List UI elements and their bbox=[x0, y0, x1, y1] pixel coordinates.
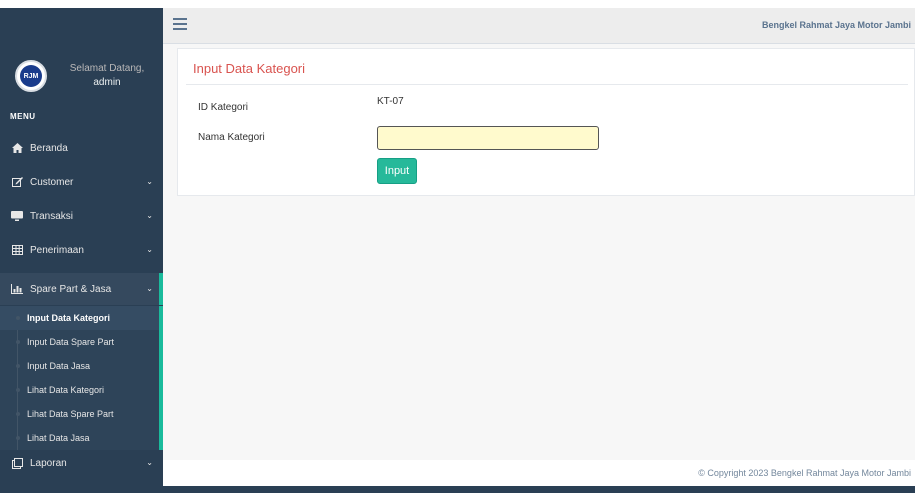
chevron-down-icon: ⌄ bbox=[146, 284, 153, 293]
footer: © Copyright 2023 Bengkel Rahmat Jaya Mot… bbox=[163, 460, 915, 486]
sidebar-item-label: Spare Part & Jasa bbox=[30, 283, 112, 295]
bullet-icon bbox=[16, 316, 20, 320]
bullet-icon bbox=[16, 340, 20, 344]
submenu-item-label: Input Data Jasa bbox=[27, 361, 91, 371]
chevron-down-icon: ⌄ bbox=[146, 245, 153, 254]
logo-icon: RJM bbox=[20, 65, 42, 87]
submenu-item-lihat-data-spare-part[interactable]: Lihat Data Spare Part bbox=[0, 402, 159, 426]
bottom-edge bbox=[163, 486, 915, 493]
id-kategori-label: ID Kategori bbox=[198, 102, 249, 113]
submenu-item-label: Input Data Spare Part bbox=[27, 337, 115, 347]
bar-chart-icon bbox=[10, 284, 24, 294]
bullet-icon bbox=[16, 364, 20, 368]
sidebar-item-spare-part-jasa[interactable]: Spare Part & Jasa ⌄ bbox=[0, 273, 163, 305]
sidebar-item-beranda[interactable]: Beranda bbox=[0, 135, 163, 161]
app-title: Bengkel Rahmat Jaya Motor Jambi bbox=[761, 20, 911, 30]
submenu-item-input-data-spare-part[interactable]: Input Data Spare Part bbox=[0, 330, 159, 354]
menu-toggle-icon[interactable] bbox=[173, 18, 187, 30]
table-icon bbox=[10, 245, 24, 255]
submenu-item-label: Input Data Kategori bbox=[27, 313, 111, 323]
top-navbar: Bengkel Rahmat Jaya Motor Jambi bbox=[163, 8, 915, 44]
edit-icon bbox=[10, 177, 24, 187]
menu-title: MENU bbox=[10, 112, 36, 121]
id-kategori-value: KT-07 bbox=[377, 96, 404, 107]
nama-kategori-label: Nama Kategori bbox=[198, 132, 265, 143]
chevron-down-icon: ⌄ bbox=[146, 177, 153, 186]
copyright-text: © Copyright 2023 Bengkel Rahmat Jaya Mot… bbox=[698, 468, 911, 478]
submenu-item-label: Lihat Data Kategori bbox=[27, 385, 105, 395]
sidebar-item-label: Customer bbox=[30, 176, 74, 188]
bullet-icon bbox=[16, 436, 20, 440]
username: admin bbox=[93, 77, 121, 88]
sidebar-item-laporan[interactable]: Laporan ⌄ bbox=[0, 450, 163, 476]
app-window: RJM Selamat Datang, admin MENU Beranda C… bbox=[0, 0, 915, 493]
form-panel: Input Data Kategori ID Kategori KT-07 Na… bbox=[177, 48, 915, 196]
clone-icon bbox=[10, 457, 24, 469]
welcome-text: Selamat Datang, bbox=[69, 63, 145, 74]
sidebar-item-label: Penerimaan bbox=[30, 244, 84, 256]
sidebar-item-label: Beranda bbox=[30, 142, 68, 154]
sidebar-item-penerimaan[interactable]: Penerimaan ⌄ bbox=[0, 237, 163, 263]
chevron-down-icon: ⌄ bbox=[146, 211, 153, 220]
profile: RJM Selamat Datang, admin bbox=[0, 60, 163, 100]
sidebar: RJM Selamat Datang, admin MENU Beranda C… bbox=[0, 8, 163, 493]
sidebar-item-label: Transaksi bbox=[30, 210, 73, 222]
submenu-item-label: Lihat Data Spare Part bbox=[27, 409, 114, 419]
avatar: RJM bbox=[15, 60, 47, 92]
sidebar-item-transaksi[interactable]: Transaksi ⌄ bbox=[0, 203, 163, 229]
divider bbox=[186, 84, 908, 85]
chevron-down-icon: ⌄ bbox=[146, 458, 153, 467]
nama-kategori-input[interactable] bbox=[377, 126, 599, 150]
submenu-spare-part-jasa: Input Data Kategori Input Data Spare Par… bbox=[0, 306, 163, 450]
desktop-icon bbox=[10, 211, 24, 221]
submenu-item-input-data-jasa[interactable]: Input Data Jasa bbox=[0, 354, 159, 378]
input-button[interactable]: Input bbox=[377, 158, 417, 184]
bullet-icon bbox=[16, 388, 20, 392]
submenu-item-lihat-data-jasa[interactable]: Lihat Data Jasa bbox=[0, 426, 159, 450]
sidebar-item-label: Laporan bbox=[30, 457, 67, 469]
submenu-item-input-data-kategori[interactable]: Input Data Kategori bbox=[0, 306, 159, 330]
submenu-item-label: Lihat Data Jasa bbox=[27, 433, 90, 443]
submenu-item-lihat-data-kategori[interactable]: Lihat Data Kategori bbox=[0, 378, 159, 402]
bullet-icon bbox=[16, 412, 20, 416]
sidebar-item-customer[interactable]: Customer ⌄ bbox=[0, 169, 163, 195]
page-title: Input Data Kategori bbox=[193, 61, 306, 76]
top-edge bbox=[0, 0, 915, 8]
home-icon bbox=[10, 143, 24, 153]
